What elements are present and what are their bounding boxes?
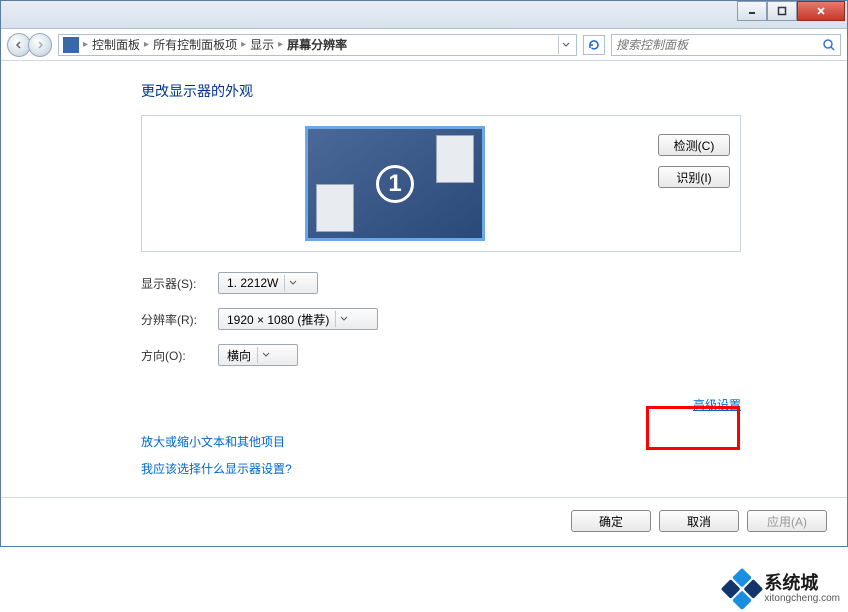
- breadcrumb-item[interactable]: 显示: [250, 36, 274, 53]
- resolution-label: 分辨率(R):: [141, 311, 206, 328]
- titlebar: [1, 1, 847, 29]
- monitor-thumbnail: [316, 184, 354, 232]
- text-size-link[interactable]: 放大或缩小文本和其他项目: [141, 435, 285, 449]
- ok-button[interactable]: 确定: [571, 510, 651, 532]
- chevron-right-icon: ▸: [144, 39, 149, 50]
- close-button[interactable]: [797, 1, 845, 21]
- watermark-title: 系统城: [764, 574, 840, 594]
- monitor-preview-box: 1 检测(C) 识别(I): [141, 115, 741, 252]
- watermark-logo: [720, 566, 765, 611]
- breadcrumb-item[interactable]: 所有控制面板项: [153, 36, 237, 53]
- orientation-value: 横向: [227, 347, 251, 364]
- search-input[interactable]: [616, 38, 822, 52]
- monitor-number: 1: [376, 165, 414, 203]
- nav-back-forward: [7, 33, 52, 57]
- chevron-down-icon: [284, 275, 300, 291]
- breadcrumb-current: 屏幕分辨率: [287, 36, 347, 53]
- advanced-settings-link[interactable]: 高级设置: [693, 398, 741, 412]
- forward-button[interactable]: [28, 33, 52, 57]
- content-area: 更改显示器的外观 1 检测(C) 识别(I) 显示器(S): 1.: [1, 61, 847, 546]
- identify-button[interactable]: 识别(I): [658, 166, 730, 188]
- page-title: 更改显示器的外观: [141, 81, 741, 101]
- cancel-button[interactable]: 取消: [659, 510, 739, 532]
- chevron-down-icon: [335, 311, 351, 327]
- search-box[interactable]: [611, 34, 841, 56]
- maximize-button[interactable]: [767, 1, 797, 21]
- resolution-value: 1920 × 1080 (推荐): [227, 311, 329, 328]
- orientation-label: 方向(O):: [141, 347, 206, 364]
- resolution-select[interactable]: 1920 × 1080 (推荐): [218, 308, 378, 330]
- navbar: ▸ 控制面板 ▸ 所有控制面板项 ▸ 显示 ▸ 屏幕分辨率: [1, 29, 847, 61]
- minimize-button[interactable]: [737, 1, 767, 21]
- display-select[interactable]: 1. 2212W: [218, 272, 318, 294]
- watermark-url: xitongcheng.com: [764, 593, 840, 604]
- detect-button[interactable]: 检测(C): [658, 134, 730, 156]
- chevron-right-icon: ▸: [241, 39, 246, 50]
- window: ▸ 控制面板 ▸ 所有控制面板项 ▸ 显示 ▸ 屏幕分辨率 更改显示器的外观: [0, 0, 848, 547]
- monitor-display[interactable]: 1: [305, 126, 485, 241]
- refresh-button[interactable]: [583, 35, 605, 55]
- which-settings-link[interactable]: 我应该选择什么显示器设置?: [141, 462, 292, 476]
- monitor-thumbnail: [436, 135, 474, 183]
- breadcrumb-item[interactable]: 控制面板: [92, 36, 140, 53]
- search-icon[interactable]: [822, 38, 836, 52]
- breadcrumb-dropdown[interactable]: [558, 36, 572, 54]
- breadcrumb[interactable]: ▸ 控制面板 ▸ 所有控制面板项 ▸ 显示 ▸ 屏幕分辨率: [58, 34, 577, 56]
- display-value: 1. 2212W: [227, 276, 278, 290]
- display-label: 显示器(S):: [141, 275, 206, 292]
- orientation-select[interactable]: 横向: [218, 344, 298, 366]
- watermark: 系统城 xitongcheng.com: [726, 573, 840, 605]
- apply-button[interactable]: 应用(A): [747, 510, 827, 532]
- chevron-down-icon: [257, 347, 273, 363]
- chevron-right-icon: ▸: [83, 39, 88, 50]
- control-panel-icon: [63, 37, 79, 53]
- chevron-right-icon: ▸: [278, 39, 283, 50]
- footer-buttons: 确定 取消 应用(A): [1, 497, 847, 544]
